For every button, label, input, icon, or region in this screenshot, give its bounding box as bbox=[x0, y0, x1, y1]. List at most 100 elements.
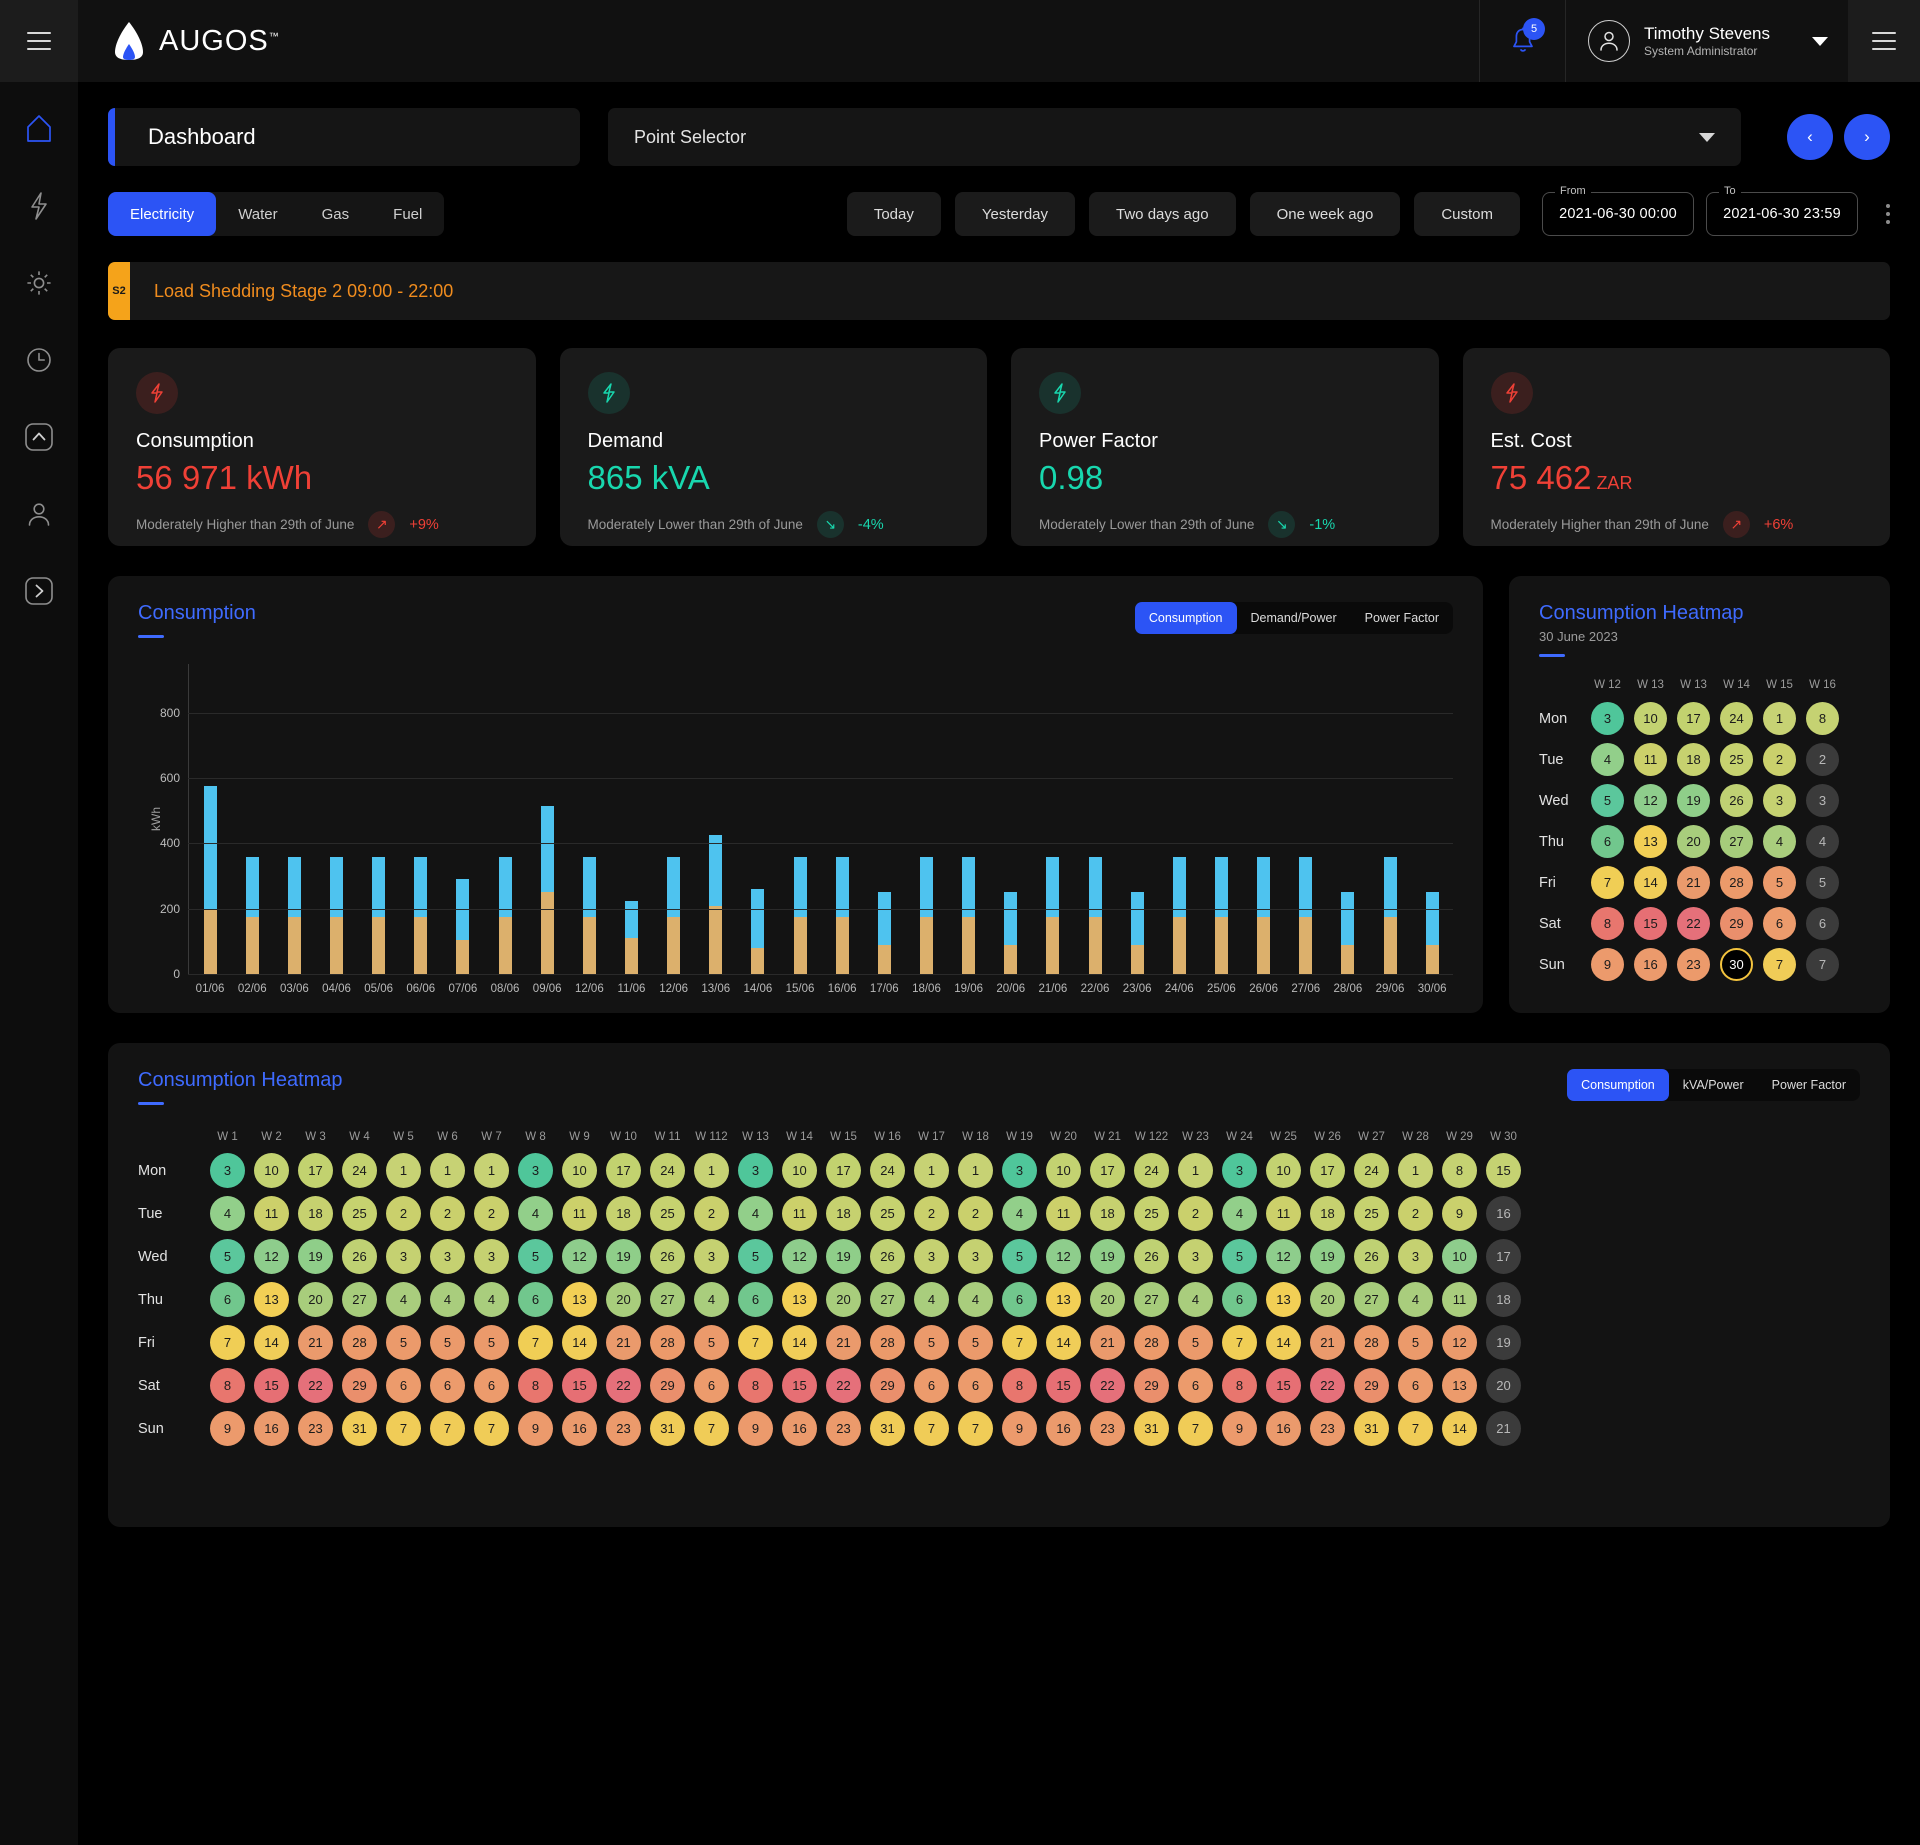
bar-column[interactable] bbox=[1200, 664, 1242, 974]
heatmap-cell[interactable]: 7 bbox=[1398, 1411, 1433, 1446]
heatmap-cell[interactable]: 5 bbox=[1002, 1239, 1037, 1274]
heatmap-cell[interactable]: 1 bbox=[1763, 702, 1796, 735]
heatmap-cell[interactable]: 21 bbox=[826, 1325, 861, 1360]
bar-column[interactable] bbox=[990, 664, 1032, 974]
bar-column[interactable] bbox=[1369, 664, 1411, 974]
heatmap-cell[interactable]: 12 bbox=[1634, 784, 1667, 817]
heatmap-cell[interactable]: 7 bbox=[210, 1325, 245, 1360]
heatmap-cell[interactable]: 27 bbox=[650, 1282, 685, 1317]
heatmap-cell[interactable]: 26 bbox=[870, 1239, 905, 1274]
heatmap-cell[interactable]: 29 bbox=[1134, 1368, 1169, 1403]
heatmap-cell[interactable]: 5 bbox=[1222, 1239, 1257, 1274]
heatmap-cell[interactable]: 14 bbox=[562, 1325, 597, 1360]
heatmap-cell[interactable]: 19 bbox=[1090, 1239, 1125, 1274]
heatmap-cell[interactable]: 6 bbox=[474, 1368, 509, 1403]
heatmap-cell[interactable]: 7 bbox=[1002, 1325, 1037, 1360]
heatmap-cell[interactable]: 5 bbox=[430, 1325, 465, 1360]
heatmap-cell[interactable]: 20 bbox=[606, 1282, 641, 1317]
heatmap-cell[interactable]: 3 bbox=[1806, 784, 1839, 817]
heatmap-cell[interactable]: 9 bbox=[1591, 948, 1624, 981]
heatmap-cell[interactable]: 13 bbox=[254, 1282, 289, 1317]
heatmap-cell[interactable]: 26 bbox=[1134, 1239, 1169, 1274]
heatmap-cell[interactable]: 23 bbox=[1310, 1411, 1345, 1446]
heatmap-cell[interactable]: 4 bbox=[958, 1282, 993, 1317]
heatmap-cell[interactable]: 3 bbox=[694, 1239, 729, 1274]
heatmap-cell[interactable]: 2 bbox=[1806, 743, 1839, 776]
heatmap-cell[interactable]: 9 bbox=[1442, 1196, 1477, 1231]
heatmap-cell[interactable]: 18 bbox=[606, 1196, 641, 1231]
heatmap-cell[interactable]: 12 bbox=[1442, 1325, 1477, 1360]
heatmap-cell[interactable]: 10 bbox=[782, 1153, 817, 1188]
heatmap-cell[interactable]: 6 bbox=[1591, 825, 1624, 858]
heatmap-cell[interactable]: 13 bbox=[1634, 825, 1667, 858]
heatmap-cell[interactable]: 5 bbox=[958, 1325, 993, 1360]
heatmap-cell[interactable]: 22 bbox=[1090, 1368, 1125, 1403]
heatmap-cell[interactable]: 1 bbox=[958, 1153, 993, 1188]
heatmap-cell[interactable]: 3 bbox=[958, 1239, 993, 1274]
utility-tab-water[interactable]: Water bbox=[216, 192, 299, 236]
heatmap-cell[interactable]: 14 bbox=[1442, 1411, 1477, 1446]
heatmap-cell[interactable]: 5 bbox=[474, 1325, 509, 1360]
heatmap-cell[interactable]: 30 bbox=[1720, 948, 1753, 981]
heatmap-cell[interactable]: 16 bbox=[1634, 948, 1667, 981]
chart-toggle-consumption[interactable]: Consumption bbox=[1135, 602, 1237, 634]
heatmap-cell[interactable]: 28 bbox=[1354, 1325, 1389, 1360]
date-to-field[interactable]: To 2021-06-30 23:59 bbox=[1706, 192, 1858, 236]
bar-column[interactable] bbox=[1411, 664, 1453, 974]
heatmap-cell[interactable]: 27 bbox=[1134, 1282, 1169, 1317]
heatmap-cell[interactable]: 6 bbox=[1398, 1368, 1433, 1403]
heatmap-cell[interactable]: 8 bbox=[210, 1368, 245, 1403]
heatmap-cell[interactable]: 3 bbox=[1002, 1153, 1037, 1188]
heatmap-cell[interactable]: 7 bbox=[1806, 948, 1839, 981]
heatmap-cell[interactable]: 5 bbox=[1591, 784, 1624, 817]
heatmap-cell[interactable]: 7 bbox=[694, 1411, 729, 1446]
heatmap-cell[interactable]: 25 bbox=[1720, 743, 1753, 776]
heatmap-cell[interactable]: 1 bbox=[386, 1153, 421, 1188]
heatmap-cell[interactable]: 17 bbox=[1677, 702, 1710, 735]
heatmap-cell[interactable]: 5 bbox=[210, 1239, 245, 1274]
bar-column[interactable] bbox=[610, 664, 652, 974]
heatmap-cell[interactable]: 3 bbox=[1591, 702, 1624, 735]
bar-column[interactable] bbox=[863, 664, 905, 974]
heatmap-cell[interactable]: 23 bbox=[298, 1411, 333, 1446]
heatmap-cell[interactable]: 3 bbox=[1222, 1153, 1257, 1188]
heatmap-cell[interactable]: 26 bbox=[650, 1239, 685, 1274]
sidebar-item-collapse[interactable] bbox=[16, 414, 62, 460]
heatmap-cell[interactable]: 17 bbox=[826, 1153, 861, 1188]
heatmap-cell[interactable]: 6 bbox=[210, 1282, 245, 1317]
heatmap-cell[interactable]: 31 bbox=[650, 1411, 685, 1446]
heatmap-cell[interactable]: 6 bbox=[694, 1368, 729, 1403]
heatmap-cell[interactable]: 24 bbox=[342, 1153, 377, 1188]
heatmap-cell[interactable]: 7 bbox=[430, 1411, 465, 1446]
heatmap-cell[interactable]: 4 bbox=[1763, 825, 1796, 858]
heatmap-cell[interactable]: 11 bbox=[1266, 1196, 1301, 1231]
heatmap-cell[interactable]: 3 bbox=[430, 1239, 465, 1274]
bar-column[interactable] bbox=[695, 664, 737, 974]
heatmap-cell[interactable]: 17 bbox=[1310, 1153, 1345, 1188]
heatmap-cell[interactable]: 14 bbox=[1266, 1325, 1301, 1360]
heatmap-cell[interactable]: 14 bbox=[254, 1325, 289, 1360]
heatmap-cell[interactable]: 7 bbox=[1591, 866, 1624, 899]
heatmap-cell[interactable]: 10 bbox=[562, 1153, 597, 1188]
heatmap-cell[interactable]: 16 bbox=[1046, 1411, 1081, 1446]
heatmap-cell[interactable]: 28 bbox=[1134, 1325, 1169, 1360]
chevron-down-icon[interactable] bbox=[1812, 37, 1828, 46]
heatmap-cell[interactable]: 16 bbox=[1266, 1411, 1301, 1446]
heatmap-cell[interactable]: 7 bbox=[914, 1411, 949, 1446]
heatmap-cell[interactable]: 21 bbox=[1310, 1325, 1345, 1360]
heatmap-cell[interactable]: 7 bbox=[386, 1411, 421, 1446]
heatmap-cell[interactable]: 5 bbox=[1178, 1325, 1213, 1360]
heatmap-cell[interactable]: 6 bbox=[738, 1282, 773, 1317]
heatmap-cell[interactable]: 21 bbox=[1486, 1411, 1521, 1446]
heatmap-cell[interactable]: 1 bbox=[1398, 1153, 1433, 1188]
heatmap-cell[interactable]: 12 bbox=[254, 1239, 289, 1274]
heatmap-cell[interactable]: 27 bbox=[1720, 825, 1753, 858]
range-button-yesterday[interactable]: Yesterday bbox=[955, 192, 1075, 236]
heatmap-cell[interactable]: 2 bbox=[694, 1196, 729, 1231]
heatmap-cell[interactable]: 15 bbox=[782, 1368, 817, 1403]
heatmap-cell[interactable]: 25 bbox=[1354, 1196, 1389, 1231]
sidebar-item-home[interactable] bbox=[16, 106, 62, 152]
heatmap-cell[interactable]: 4 bbox=[738, 1196, 773, 1231]
heatmap-cell[interactable]: 11 bbox=[1442, 1282, 1477, 1317]
heatmap-cell[interactable]: 11 bbox=[782, 1196, 817, 1231]
